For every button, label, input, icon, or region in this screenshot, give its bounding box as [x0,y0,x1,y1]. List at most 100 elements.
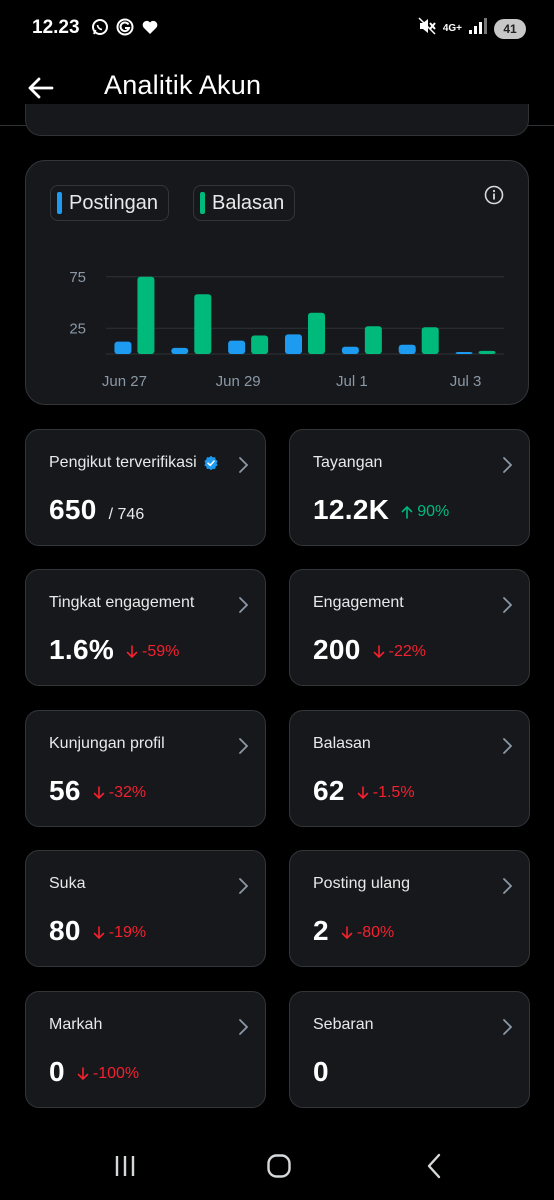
legend-balasan[interactable]: Balasan [193,185,296,221]
stat-card-engagement[interactable]: Engagement 200 -22% [289,569,530,686]
stat-total: / 746 [108,506,145,523]
page-title: Analitik Akun [104,70,262,100]
stat-value-row: 2 -80% [313,915,394,947]
stat-value-row: 200 -22% [313,634,426,666]
status-time: 12.23 [32,17,80,38]
x-tick-label: Jul 3 [450,373,482,390]
stat-label: Tayangan [313,454,383,471]
stat-label: Sebaran [313,1016,374,1033]
stat-card-replies[interactable]: Balasan 62 -1.5% [289,710,530,827]
back-button[interactable] [22,70,58,106]
g-icon [115,17,134,36]
status-bar: 12.23 4G+ 41 [0,0,554,56]
status-notification-icons [90,17,159,36]
info-icon [484,185,504,205]
bar-balasan-jul-1 [364,326,382,354]
arrow-down-icon [373,645,384,659]
chevron-right-icon [503,878,513,894]
x-tick-label: Jun 27 [102,373,147,390]
arrow-up-icon [401,505,413,519]
chevron-right-icon [503,1019,513,1035]
bar-postingan-jun-27 [114,341,132,354]
x-tick-label: Jul 1 [336,373,368,390]
stat-card-likes[interactable]: Suka 80 -19% [25,850,266,967]
stat-value: 0 [49,1056,65,1087]
stat-change-value: -59% [142,643,180,660]
battery-indicator: 41 [494,18,526,39]
mute-icon [417,16,437,41]
chevron-right-icon [503,597,513,613]
stat-change: -32% [93,784,146,802]
chevron-right-icon [239,738,249,754]
stat-value-row: 1.6% -59% [49,634,179,666]
legend-label-balasan: Balasan [212,191,285,214]
stat-change: -19% [93,924,146,942]
stat-card-impressions[interactable]: Tayangan 12.2K 90% [289,429,530,546]
nav-back-button[interactable] [414,1148,454,1184]
stat-card-verified-followers[interactable]: Pengikut terverifikasi 650 / 746 [25,429,266,546]
stat-value: 200 [313,634,361,665]
stat-value: 2 [313,915,329,946]
stat-value: 12.2K [313,494,390,525]
bar-balasan-jun-30 [308,312,325,354]
home-icon [267,1154,291,1178]
stat-value-row: 0 [313,1056,329,1088]
stat-label: Kunjungan profil [49,735,165,752]
network-type: 4G+ [442,22,462,34]
stat-value-row: 56 -32% [49,775,146,807]
stat-change-value: -19% [108,924,147,941]
legend-label-postingan: Postingan [69,191,158,214]
stat-label: Posting ulang [313,875,410,892]
bar-postingan-jul-2 [398,344,416,354]
stat-card-profile-visits[interactable]: Kunjungan profil 56 -32% [25,710,266,827]
stat-change-value: -22% [388,643,426,660]
whatsapp-icon [90,17,109,36]
stat-label: Tingkat engagement [49,594,195,611]
stat-change: -22% [373,643,426,661]
y-tick-label: 25 [69,320,86,337]
stat-change-value: -100% [92,1065,140,1082]
verified-badge-icon [204,455,218,471]
bar-balasan-jun-28 [194,294,212,354]
bar-postingan-jul-1 [341,346,359,354]
bar-postingan-jun-28 [171,347,189,354]
y-tick-label: 75 [69,269,86,286]
stat-label: Balasan [313,735,371,752]
recents-icon [115,1156,135,1176]
info-button[interactable] [482,183,506,207]
stat-value-row: 12.2K 90% [313,494,449,526]
home-button[interactable] [259,1148,299,1184]
stat-value: 650 [49,494,97,525]
arrow-down-icon [357,786,369,800]
stat-label: Pengikut terverifikasi [49,454,219,472]
stat-label: Engagement [313,594,404,611]
signal-icon [468,17,488,40]
system-nav-bar [0,1130,554,1200]
legend-postingan[interactable]: Postingan [50,185,169,221]
stat-change-value: 90% [417,503,450,520]
stat-change: -100% [77,1065,139,1083]
stat-card-reposts[interactable]: Posting ulang 2 -80% [289,850,530,967]
stat-value-row: 0 -100% [49,1056,139,1088]
bar-balasan-jun-29 [251,335,269,354]
nav-back-icon [427,1153,441,1179]
legend-swatch-postingan [57,192,62,214]
recents-button[interactable] [105,1148,145,1184]
chevron-right-icon [239,1019,249,1035]
stat-value: 1.6% [49,634,115,665]
legend-swatch-balasan [200,192,205,214]
stat-card-bookmarks[interactable]: Markah 0 -100% [25,991,266,1108]
chevron-right-icon [503,457,513,473]
chevron-right-icon [239,597,249,613]
stat-change-value: -32% [108,784,147,801]
previous-card-edge [25,104,529,136]
stat-card-shares[interactable]: Sebaran 0 [289,991,530,1108]
arrow-left-icon [28,77,54,99]
arrow-down-icon [93,786,105,800]
stat-card-engagement-rate[interactable]: Tingkat engagement 1.6% -59% [25,569,266,686]
stat-change: 90% [401,503,449,521]
stat-value-row: 650 / 746 [49,494,144,526]
arrow-down-icon [341,926,353,940]
stat-change: -80% [341,924,394,942]
stat-label: Suka [49,875,86,892]
